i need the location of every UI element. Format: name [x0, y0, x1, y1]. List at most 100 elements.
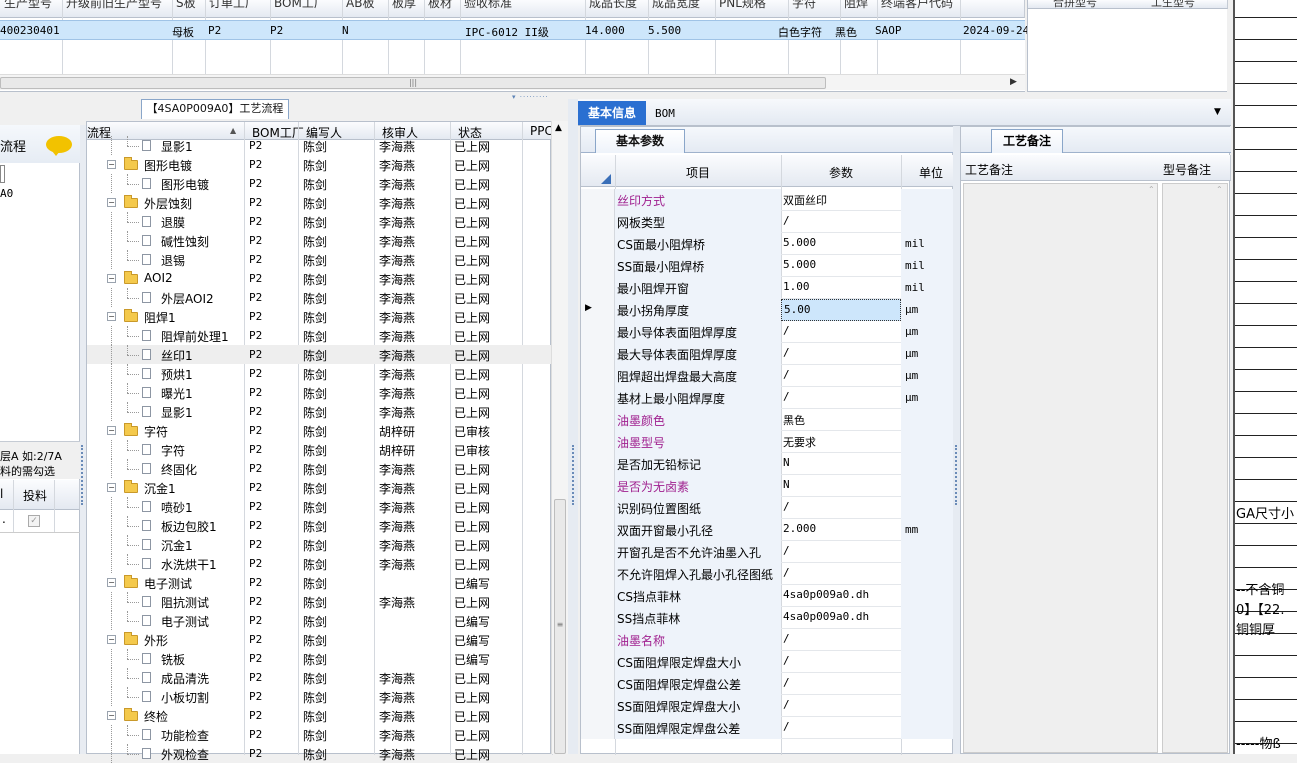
param-row[interactable]: 是否为无卤素 N: [581, 475, 954, 497]
feed-checkbox[interactable]: ✓: [28, 515, 40, 527]
param-value[interactable]: /: [781, 673, 901, 695]
param-row[interactable]: SS挡点菲林 4sa0p009a0.dh: [581, 607, 954, 629]
param-value[interactable]: /: [781, 321, 901, 343]
top-cell-5[interactable]: N: [342, 24, 349, 37]
mid-splitter[interactable]: [568, 99, 578, 754]
scroll-thumb[interactable]: |||: [0, 77, 826, 89]
tree-row[interactable]: − 图形电镀 P2 陈剑 李海燕 已上网: [87, 155, 552, 174]
param-value[interactable]: 2.000: [781, 519, 901, 541]
collapse-icon[interactable]: −: [107, 483, 116, 492]
notes-textarea[interactable]: [963, 183, 1158, 753]
tree-v-scrollbar[interactable]: ▲ ≡: [551, 121, 568, 754]
params-splitter[interactable]: [953, 126, 960, 754]
left-input[interactable]: [0, 165, 5, 183]
tree-row[interactable]: − 外形 P2 陈剑 已编写: [87, 630, 552, 649]
param-row[interactable]: 最大导体表面阻焊厚度 / μm: [581, 343, 954, 365]
top-cell-13[interactable]: 黑色: [835, 24, 857, 40]
param-row[interactable]: 阻焊超出焊盘最大高度 / μm: [581, 365, 954, 387]
param-row[interactable]: SS面阻焊限定焊盘公差 /: [581, 717, 954, 739]
tree-row[interactable]: − 阻焊1 P2 陈剑 李海燕 已上网: [87, 307, 552, 326]
param-row[interactable]: CS面最小阻焊桥 5.000 mil: [581, 233, 954, 255]
top-cell-12[interactable]: 白色字符: [778, 24, 822, 40]
process-tab[interactable]: 【4SA0P009A0】工艺流程: [141, 99, 289, 119]
param-row[interactable]: 识别码位置图纸 /: [581, 497, 954, 519]
param-value[interactable]: /: [781, 211, 901, 233]
tree-row[interactable]: 显影1 P2 陈剑 李海燕 已上网: [87, 136, 552, 155]
param-value[interactable]: 5.000: [781, 255, 901, 277]
tree-row[interactable]: − 终检 P2 陈剑 李海燕 已上网: [87, 706, 552, 725]
param-row[interactable]: ▶ 最小拐角厚度 5.00 μm: [581, 299, 954, 321]
tree-row[interactable]: 成品清洗 P2 陈剑 李海燕 已上网: [87, 668, 552, 687]
param-row[interactable]: 网板类型 /: [581, 211, 954, 233]
tree-row[interactable]: − AOI2 P2 陈剑 李海燕 已上网: [87, 269, 552, 288]
collapse-icon[interactable]: −: [107, 198, 116, 207]
param-value[interactable]: /: [781, 387, 901, 409]
param-value[interactable]: /: [781, 563, 901, 585]
tree-row[interactable]: 退锡 P2 陈剑 李海燕 已上网: [87, 250, 552, 269]
collapse-icon[interactable]: −: [107, 711, 116, 720]
tree-row[interactable]: 铣板 P2 陈剑 已编写: [87, 649, 552, 668]
param-value[interactable]: 5.000: [781, 233, 901, 255]
param-value[interactable]: /: [781, 365, 901, 387]
param-value[interactable]: /: [781, 695, 901, 717]
param-value[interactable]: /: [781, 651, 901, 673]
top-cell-14[interactable]: SAOP: [875, 24, 902, 37]
param-value[interactable]: 1.00: [781, 277, 901, 299]
tree-row[interactable]: 阻抗测试 P2 陈剑 李海燕 已上网: [87, 592, 552, 611]
top-cell-8[interactable]: IPC-6012 II级: [465, 24, 549, 40]
top-cell-9[interactable]: 14.000: [585, 24, 625, 37]
scroll-right-arrow-icon[interactable]: ▶: [1010, 77, 1017, 87]
tree-row[interactable]: 外层AOI2 P2 陈剑 李海燕 已上网: [87, 288, 552, 307]
param-value[interactable]: N: [781, 453, 901, 475]
tree-row[interactable]: 阻焊前处理1 P2 陈剑 李海燕 已上网: [87, 326, 552, 345]
tree-row[interactable]: 退膜 P2 陈剑 李海燕 已上网: [87, 212, 552, 231]
splitter-grip[interactable]: ▾ ·········: [512, 93, 562, 101]
tree-row[interactable]: 丝印1 P2 陈剑 李海燕 已上网: [87, 345, 552, 364]
tree-row[interactable]: 终固化 P2 陈剑 李海燕 已上网: [87, 459, 552, 478]
tree-row[interactable]: − 外层蚀刻 P2 陈剑 李海燕 已上网: [87, 193, 552, 212]
param-row[interactable]: CS面阻焊限定焊盘大小 /: [581, 651, 954, 673]
tree-row[interactable]: 小板切割 P2 陈剑 李海燕 已上网: [87, 687, 552, 706]
param-row[interactable]: 油墨名称 /: [581, 629, 954, 651]
dropdown-arrow-icon[interactable]: ▼: [1214, 107, 1221, 117]
param-value[interactable]: /: [781, 541, 901, 563]
tree-row[interactable]: − 字符 P2 陈剑 胡梓研 已审核: [87, 421, 552, 440]
param-value[interactable]: N: [781, 475, 901, 497]
top-cell-4[interactable]: P2: [270, 24, 283, 37]
param-row[interactable]: SS面最小阻焊桥 5.000 mil: [581, 255, 954, 277]
param-row[interactable]: 是否加无铅标记 N: [581, 453, 954, 475]
scroll-up-arrow-icon[interactable]: ▲: [555, 123, 562, 133]
param-value[interactable]: 5.00: [781, 299, 901, 321]
tree-row[interactable]: 预烘1 P2 陈剑 李海燕 已上网: [87, 364, 552, 383]
model-notes-textarea[interactable]: [1162, 183, 1228, 753]
tree-row[interactable]: 功能检查 P2 陈剑 李海燕 已上网: [87, 725, 552, 744]
param-value[interactable]: 4sa0p009a0.dh: [781, 607, 901, 629]
param-row[interactable]: 丝印方式 双面丝印: [581, 189, 954, 211]
tree-scroll-thumb[interactable]: ≡: [554, 499, 566, 754]
tree-row[interactable]: − 沉金1 P2 陈剑 李海燕 已上网: [87, 478, 552, 497]
top-cell-0[interactable]: 400230401: [0, 24, 60, 37]
tab-bom[interactable]: BOM: [655, 107, 675, 120]
param-value[interactable]: 双面丝印: [781, 189, 901, 211]
param-row[interactable]: 最小阻焊开窗 1.00 mil: [581, 277, 954, 299]
collapse-icon[interactable]: −: [107, 578, 116, 587]
param-value[interactable]: /: [781, 497, 901, 519]
param-value[interactable]: 黑色: [781, 409, 901, 431]
top-cell-15[interactable]: 2024-09-24: [963, 24, 1029, 37]
tree-row[interactable]: 喷砂1 P2 陈剑 李海燕 已上网: [87, 497, 552, 516]
param-row[interactable]: 双面开窗最小孔径 2.000 mm: [581, 519, 954, 541]
tree-row[interactable]: 水洗烘干1 P2 陈剑 李海燕 已上网: [87, 554, 552, 573]
param-row[interactable]: CS面阻焊限定焊盘公差 /: [581, 673, 954, 695]
param-value[interactable]: /: [781, 629, 901, 651]
tab-basic-params[interactable]: 基本参数: [595, 129, 685, 153]
param-row[interactable]: SS面阻焊限定焊盘大小 /: [581, 695, 954, 717]
tree-row[interactable]: 板边包胶1 P2 陈剑 李海燕 已上网: [87, 516, 552, 535]
param-row[interactable]: 最小导体表面阻焊厚度 / μm: [581, 321, 954, 343]
param-value[interactable]: 4sa0p009a0.dh: [781, 585, 901, 607]
param-row[interactable]: 基材上最小阻焊厚度 / μm: [581, 387, 954, 409]
param-value[interactable]: /: [781, 343, 901, 365]
h-scrollbar[interactable]: ||| ▶: [0, 74, 1025, 90]
param-row[interactable]: 油墨颜色 黑色: [581, 409, 954, 431]
tree-row[interactable]: 电子测试 P2 陈剑 已编写: [87, 611, 552, 630]
top-cell-2[interactable]: 母板: [172, 24, 194, 40]
